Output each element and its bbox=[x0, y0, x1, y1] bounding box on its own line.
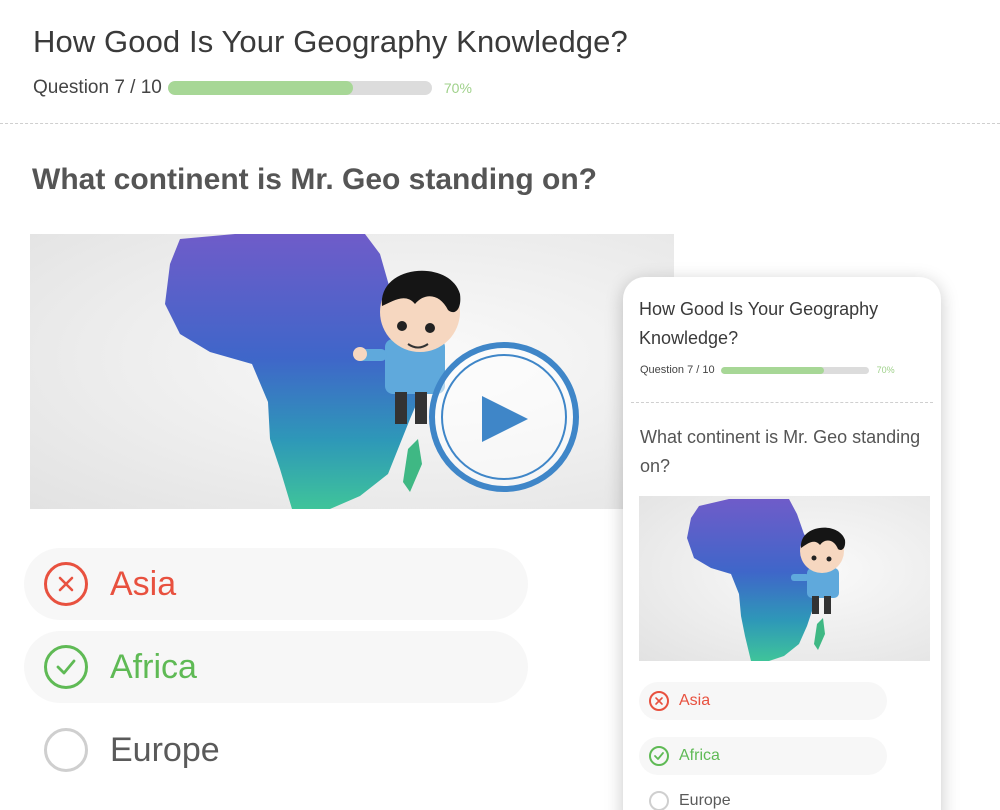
mobile-madagascar-shape bbox=[814, 618, 825, 650]
mobile-option-asia[interactable]: Asia bbox=[639, 682, 887, 720]
mobile-option-label: Europe bbox=[679, 792, 731, 809]
option-africa[interactable]: Africa bbox=[24, 631, 528, 703]
option-label: Europe bbox=[110, 730, 220, 769]
mobile-option-label: Africa bbox=[679, 747, 720, 764]
x-circle-icon bbox=[649, 691, 669, 711]
mobile-progress-percent: 70% bbox=[876, 365, 895, 375]
check-circle-icon bbox=[649, 746, 669, 766]
mobile-option-label: Asia bbox=[679, 692, 711, 709]
option-label: Africa bbox=[110, 647, 197, 686]
progress-bar bbox=[167, 81, 432, 95]
mobile-option-europe[interactable]: Europe bbox=[639, 782, 887, 810]
progress-bar-fill bbox=[167, 81, 353, 95]
madagascar-shape bbox=[403, 439, 422, 492]
option-asia[interactable]: Asia bbox=[24, 548, 528, 620]
play-button[interactable] bbox=[429, 342, 579, 492]
mobile-option-africa[interactable]: Africa bbox=[639, 737, 887, 775]
progress-percent: 70% bbox=[443, 80, 472, 96]
mobile-question-counter: Question 7 / 10 bbox=[640, 364, 715, 376]
option-europe[interactable]: Europe bbox=[24, 714, 528, 786]
mobile-africa-map-illustration bbox=[687, 499, 846, 661]
empty-radio-icon bbox=[649, 791, 669, 810]
mobile-progress-bar bbox=[720, 366, 869, 374]
mobile-progress-row: Question 7 / 10 70% bbox=[640, 363, 895, 377]
mobile-progress-bar-fill bbox=[720, 366, 825, 374]
option-label: Asia bbox=[110, 564, 177, 603]
mobile-header-divider bbox=[631, 402, 933, 403]
quiz-title: How Good Is Your Geography Knowledge? bbox=[33, 24, 628, 59]
africa-map-illustration bbox=[165, 234, 579, 509]
mobile-preview-card: How Good Is Your Geography Knowledge? Qu… bbox=[623, 277, 941, 810]
mobile-quiz-title: How Good Is Your Geography Knowledge? bbox=[639, 299, 879, 348]
check-circle-icon bbox=[44, 645, 88, 689]
question-counter: Question 7 / 10 bbox=[33, 77, 162, 98]
mobile-question-text: What continent is Mr. Geo standing on? bbox=[640, 427, 921, 476]
question-text: What continent is Mr. Geo standing on? bbox=[32, 163, 597, 196]
question-video[interactable] bbox=[30, 234, 674, 509]
header-divider bbox=[0, 123, 1000, 124]
progress-row: Question 7 / 10 70% bbox=[33, 77, 472, 99]
x-circle-icon bbox=[44, 562, 88, 606]
empty-radio-icon bbox=[44, 728, 88, 772]
mobile-question-image[interactable] bbox=[639, 496, 930, 661]
